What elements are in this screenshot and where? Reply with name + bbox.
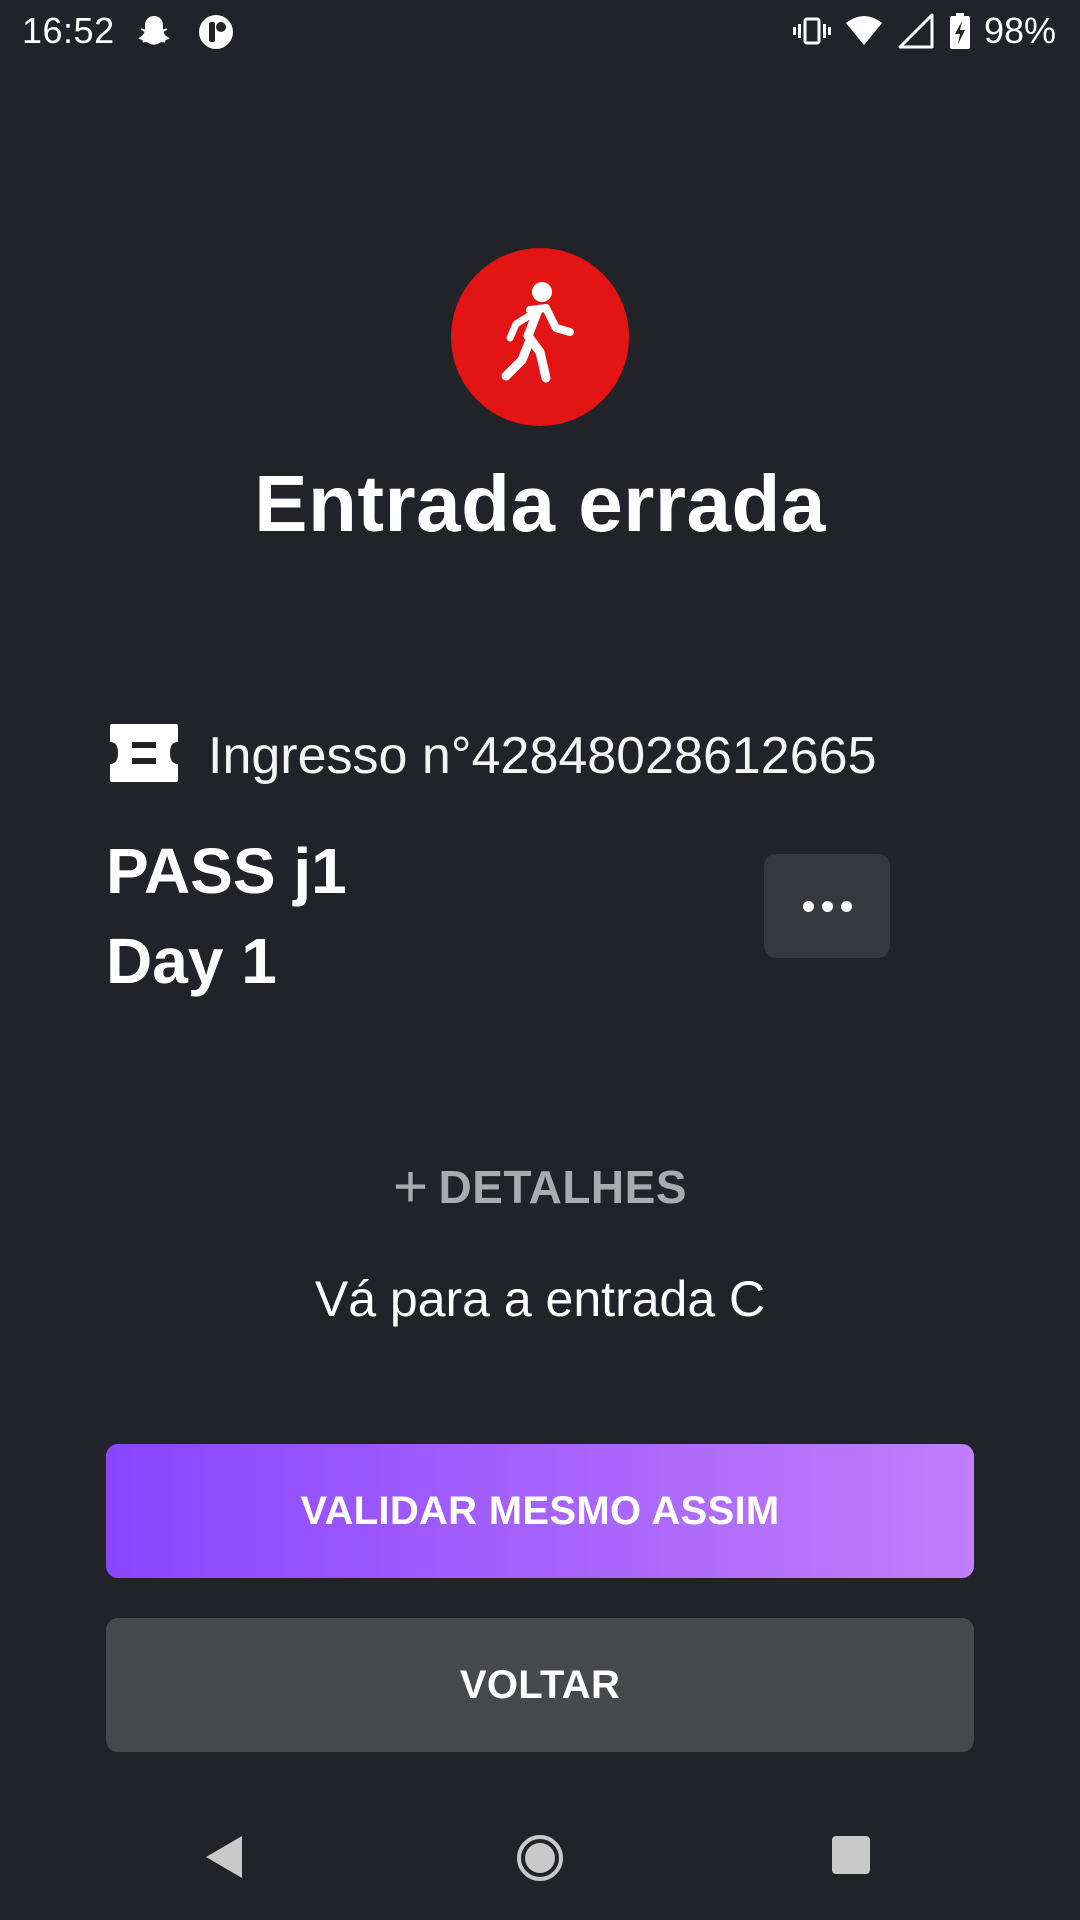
details-toggle-link[interactable]: + DETALHES	[0, 1153, 1080, 1220]
wifi-icon	[844, 11, 884, 51]
nav-back-icon[interactable]	[204, 1834, 244, 1885]
ticket-day: Day 1	[106, 925, 277, 997]
status-bar: 16:52 98%	[0, 0, 1080, 64]
entrance-instruction: Vá para a entrada C	[314, 1271, 766, 1327]
validate-anyway-button[interactable]: VALIDAR MESMO ASSIM	[106, 1444, 974, 1578]
status-time: 16:52	[22, 10, 115, 51]
walking-person-icon	[500, 280, 580, 395]
page-title: Entrada errada	[254, 459, 826, 548]
notification-app-icon	[196, 12, 236, 52]
ticket-name: PASS j1 Day 1	[106, 826, 347, 1006]
status-notification-icons	[134, 12, 236, 52]
status-system-icons: 98%	[792, 10, 1056, 52]
ticket-number: Ingresso n°42848028612665	[208, 726, 877, 785]
ticket-number-row: Ingresso n°42848028612665	[108, 722, 876, 789]
nav-home-icon[interactable]	[516, 1834, 564, 1887]
snapchat-icon	[134, 12, 174, 52]
vibrate-icon	[792, 11, 832, 51]
more-dot	[821, 900, 833, 912]
back-button[interactable]: VOLTAR	[106, 1618, 974, 1752]
validate-anyway-label: VALIDAR MESMO ASSIM	[300, 1488, 780, 1533]
plus-icon: +	[392, 1153, 429, 1220]
battery-charging-icon	[948, 11, 972, 51]
navigation-bar	[0, 1816, 1080, 1896]
cellular-signal-icon	[896, 11, 936, 51]
back-label: VOLTAR	[459, 1662, 621, 1707]
more-options-button[interactable]	[764, 854, 890, 958]
battery-percentage: 98%	[983, 10, 1056, 51]
more-dot	[840, 900, 852, 912]
ticket-pass-name: PASS j1	[106, 835, 347, 907]
wrong-entrance-alert-badge	[451, 248, 629, 426]
nav-recents-icon[interactable]	[832, 1836, 870, 1874]
details-label: DETALHES	[438, 1161, 688, 1213]
ticket-icon	[108, 722, 180, 789]
more-horizontal-icon	[802, 900, 814, 912]
